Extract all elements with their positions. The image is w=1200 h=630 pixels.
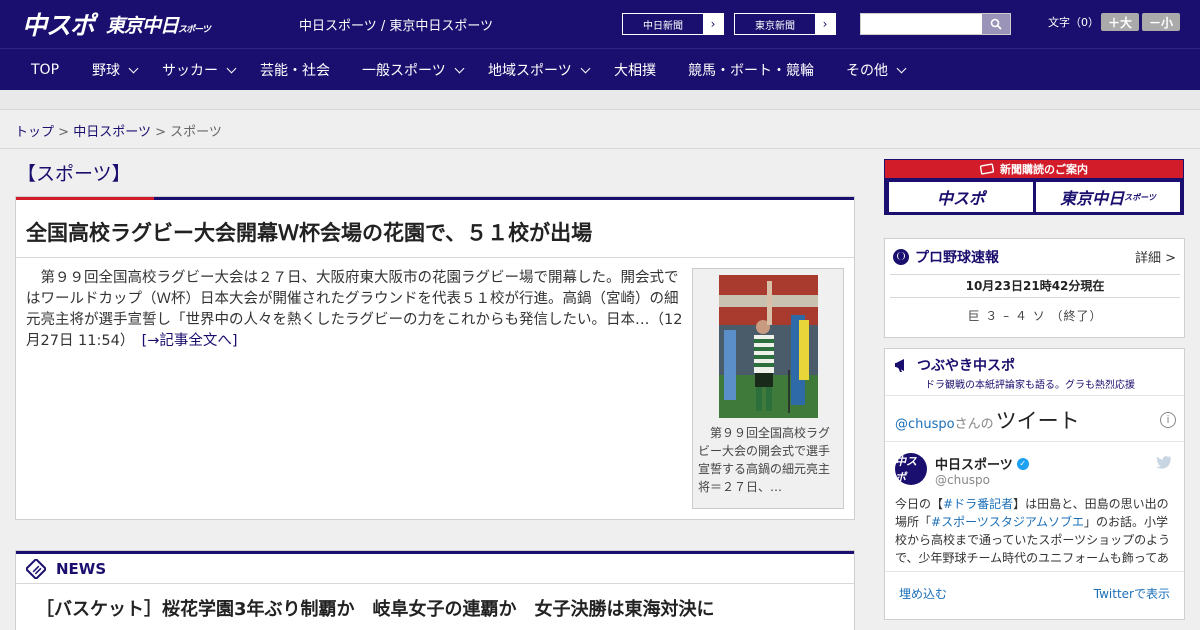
baseball-score-panel: プロ野球速報 詳細 > 10月23日21時42分現在 巨 ３ – ４ ソ （終了… bbox=[884, 238, 1185, 338]
tweet-text: 今日の【#ドラ番記者】は田島と、田島の思い出の場所「#スポーツスタジアムソブエ」… bbox=[895, 497, 1171, 565]
nav-racing[interactable]: 競馬・ボート・競輪 bbox=[688, 49, 814, 91]
subscription-banner[interactable]: 新聞購読のご案内 中スポ 東京中日 スポーツ bbox=[884, 159, 1184, 215]
tokyo-shimbun-button[interactable]: 東京新聞 › bbox=[734, 13, 836, 35]
hashtag-link[interactable]: #スポーツスタジアムソブエ bbox=[931, 515, 1084, 529]
baseball-detail-link[interactable]: 詳細 > bbox=[1135, 247, 1176, 266]
news-item[interactable]: ［バスケット］桜花学園3年ぶり制覇か 岐阜女子の連覇か 女子決勝は東海対決に bbox=[36, 595, 715, 621]
account-handle[interactable]: @chuspo bbox=[935, 473, 990, 487]
score-line[interactable]: 巨 ３ – ４ ソ （終了） bbox=[890, 307, 1180, 324]
site-logo[interactable]: 中スポ 東京中日スポーツ bbox=[22, 8, 211, 40]
nav-sumo[interactable]: 大相撲 bbox=[614, 49, 656, 91]
score-timestamp: 10月23日21時42分現在 bbox=[890, 274, 1180, 298]
article-body: 第９９回全国高校ラグビー大会は２７日、大阪府東大阪市の花園ラグビー場で開幕した。… bbox=[26, 270, 683, 349]
logo-chuspo: 中スポ bbox=[22, 11, 95, 40]
read-more-link[interactable]: [→記事全文へ] bbox=[142, 333, 238, 349]
breadcrumb-separator: > bbox=[155, 125, 166, 140]
font-larger-button[interactable]: ＋大 bbox=[1101, 13, 1139, 31]
news-header: NEWS bbox=[26, 559, 106, 579]
news-section: NEWS ［バスケット］桜花学園3年ぶり制覇か 岐阜女子の連覇か 女子決勝は東海… bbox=[15, 550, 855, 630]
chunichi-shimbun-button[interactable]: 中日新聞 › bbox=[622, 13, 724, 35]
logo-tokyo-chunichi: 東京中日スポーツ bbox=[106, 14, 211, 37]
subscribe-chuspo-logo[interactable]: 中スポ bbox=[889, 182, 1033, 212]
chevron-down-icon bbox=[128, 63, 139, 73]
chevron-right-icon: › bbox=[815, 14, 835, 34]
breadcrumb: トップ > 中日スポーツ > スポーツ bbox=[15, 121, 222, 140]
verified-icon: ✓ bbox=[1016, 457, 1029, 470]
nav-top[interactable]: TOP bbox=[31, 49, 59, 91]
rugby-player-photo bbox=[719, 275, 818, 418]
breadcrumb-top[interactable]: トップ bbox=[15, 125, 54, 140]
search-button[interactable] bbox=[982, 14, 1010, 34]
sub-header-strip bbox=[0, 90, 1200, 110]
nav-baseball[interactable]: 野球 bbox=[92, 49, 139, 91]
nav-entertainment[interactable]: 芸能・社会 bbox=[260, 49, 330, 91]
divider bbox=[16, 583, 854, 584]
nav-soccer[interactable]: サッカー bbox=[162, 49, 237, 91]
divider bbox=[885, 571, 1184, 572]
avatar[interactable]: 中スポ bbox=[895, 453, 927, 485]
divider bbox=[16, 257, 854, 258]
nav-other[interactable]: その他 bbox=[846, 49, 907, 91]
timeline-handle[interactable]: @chuspo bbox=[895, 417, 955, 432]
breadcrumb-separator: > bbox=[58, 125, 70, 140]
view-on-twitter-link[interactable]: Twitterで表示 bbox=[1094, 585, 1170, 602]
hashtag-link[interactable]: #ドラ番記者 bbox=[943, 497, 1013, 511]
twitter-panel: つぶやき中スポ ドラ観戦の本紙評論家も語る。グラも熱烈応援 @chuspo さん… bbox=[884, 348, 1185, 620]
subscription-header: 新聞購読のご案内 bbox=[885, 160, 1183, 178]
chevron-down-icon bbox=[454, 63, 465, 73]
breadcrumb-current: スポーツ bbox=[170, 125, 222, 140]
info-icon[interactable]: i bbox=[1160, 412, 1176, 428]
baseball-icon bbox=[893, 249, 909, 265]
chevron-down-icon bbox=[226, 63, 237, 73]
divider bbox=[885, 441, 1184, 442]
article-photo-box: 第９９回全国高校ラグビー大会の開会式で選手宣誓する高鍋の細元亮主将＝２７日、… bbox=[692, 268, 844, 509]
chevron-down-icon bbox=[896, 63, 907, 73]
panel-header: つぶやき中スポ bbox=[893, 355, 1015, 375]
divider bbox=[0, 148, 1200, 149]
nav-local-sports[interactable]: 地域スポーツ bbox=[488, 49, 591, 91]
embed-link[interactable]: 埋め込む bbox=[899, 585, 947, 602]
subscribe-tokyo-chunichi-logo[interactable]: 東京中日 スポーツ bbox=[1036, 182, 1180, 212]
nav-general-sports[interactable]: 一般スポーツ bbox=[362, 49, 465, 91]
panel-header: プロ野球速報 bbox=[893, 247, 999, 267]
chevron-right-icon: › bbox=[703, 14, 723, 34]
news-icon bbox=[26, 559, 46, 579]
account-name[interactable]: 中日スポーツ ✓ bbox=[935, 454, 1029, 473]
card-top-border bbox=[16, 551, 854, 554]
twitter-subtitle: ドラ観戦の本紙評論家も語る。グラも熱烈応援 bbox=[925, 380, 1135, 391]
divider bbox=[885, 395, 1184, 396]
article-headline[interactable]: 全国高校ラグビー大会開幕Ｗ杯会場の花園で、５１校が出場 bbox=[26, 217, 592, 247]
twitter-bird-icon bbox=[1156, 455, 1172, 473]
font-size-label: 文字（0） bbox=[1048, 16, 1099, 29]
section-title: 【スポーツ】 bbox=[17, 163, 131, 185]
news-title: NEWS bbox=[56, 560, 107, 578]
font-smaller-button[interactable]: －小 bbox=[1142, 13, 1180, 31]
site-title: 中日スポーツ / 東京中日スポーツ bbox=[299, 19, 494, 34]
photo-caption: 第９９回全国高校ラグビー大会の開会式で選手宣誓する高鍋の細元亮主将＝２７日、… bbox=[698, 426, 831, 494]
timeline-title: @chuspo さんの ツイート bbox=[895, 409, 1080, 433]
newspaper-icon bbox=[980, 163, 994, 175]
chevron-down-icon bbox=[580, 63, 591, 73]
search-icon bbox=[990, 18, 1002, 30]
megaphone-icon bbox=[895, 359, 904, 372]
card-top-border bbox=[16, 197, 854, 200]
main-nav: TOP 野球 サッカー 芸能・社会 一般スポーツ 地域スポーツ 大相撲 競馬・ボ… bbox=[0, 48, 1200, 90]
breadcrumb-chunichi-sports[interactable]: 中日スポーツ bbox=[73, 125, 151, 140]
search-input[interactable] bbox=[860, 13, 1011, 35]
featured-article: 全国高校ラグビー大会開幕Ｗ杯会場の花園で、５１校が出場 第９９回全国高校ラグビー… bbox=[15, 196, 855, 520]
article-photo[interactable] bbox=[719, 275, 818, 418]
header-bar: 中スポ 東京中日スポーツ 中日スポーツ / 東京中日スポーツ 中日新聞 › 東京… bbox=[0, 0, 1200, 48]
